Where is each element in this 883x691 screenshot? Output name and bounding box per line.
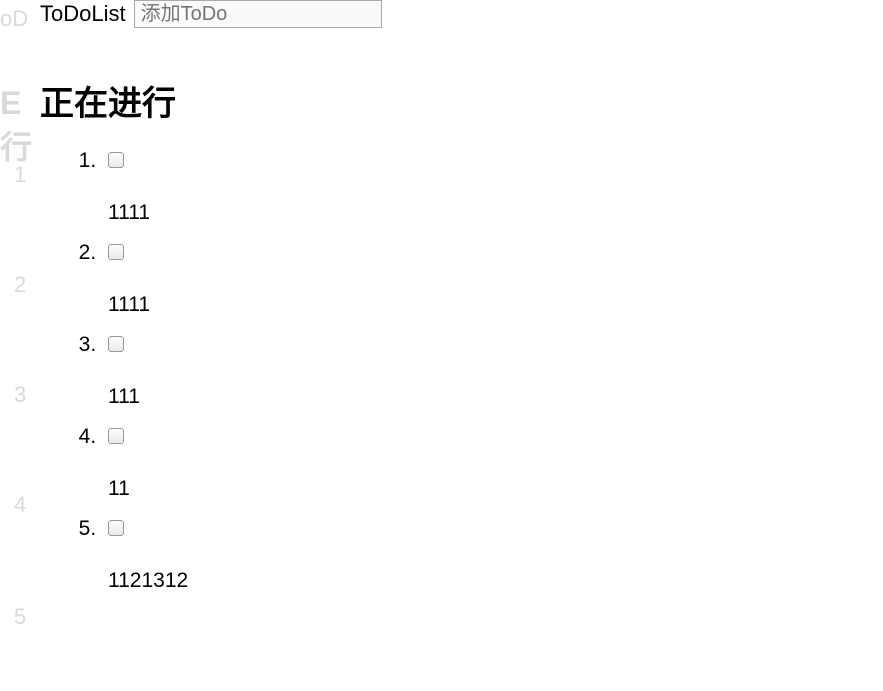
ghost-number: 5 xyxy=(14,604,26,630)
todo-checkbox[interactable] xyxy=(108,244,124,260)
main-content: ToDoList 正在进行 1111 1111 111 11 1121312 xyxy=(0,0,883,593)
add-todo-input[interactable] xyxy=(134,0,382,28)
list-item: 1111 xyxy=(102,149,883,225)
todo-text: 111 xyxy=(108,385,883,409)
list-item: 11 xyxy=(102,425,883,501)
todo-text: 1111 xyxy=(108,201,883,225)
app-title: ToDoList xyxy=(40,1,126,27)
header: ToDoList xyxy=(40,0,883,28)
todo-checkbox[interactable] xyxy=(108,336,124,352)
todo-text: 1121312 xyxy=(108,569,883,593)
todo-checkbox[interactable] xyxy=(108,428,124,444)
todo-text: 1111 xyxy=(108,293,883,317)
todo-text: 11 xyxy=(108,477,883,501)
todo-list: 1111 1111 111 11 1121312 xyxy=(40,149,883,593)
list-item: 1111 xyxy=(102,241,883,317)
section-heading-in-progress: 正在进行 xyxy=(40,76,883,125)
todo-checkbox[interactable] xyxy=(108,152,124,168)
todo-checkbox[interactable] xyxy=(108,520,124,536)
list-item: 111 xyxy=(102,333,883,409)
list-item: 1121312 xyxy=(102,517,883,593)
